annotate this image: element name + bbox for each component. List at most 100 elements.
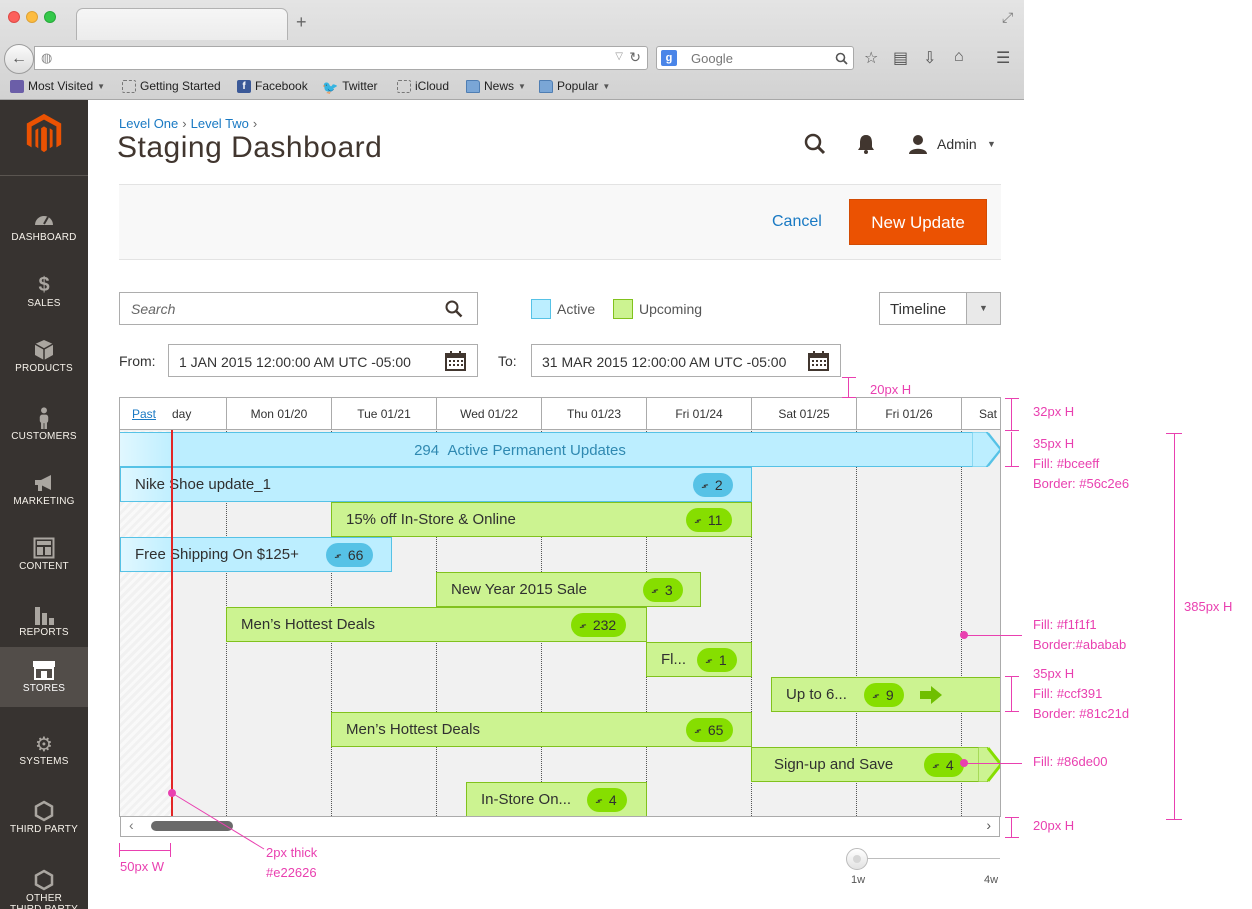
- search-input[interactable]: Search: [119, 292, 478, 325]
- past-link[interactable]: Past: [132, 407, 156, 421]
- bookmark-most-visited[interactable]: Most Visited ▼: [10, 79, 105, 93]
- bookmarks-bar: Most Visited ▼ Getting Started f Facebook …: [0, 76, 1024, 98]
- sidebar-item-marketing[interactable]: MARKETING: [0, 460, 88, 526]
- calendar-icon[interactable]: [445, 351, 466, 371]
- sidebar-item-sales[interactable]: $ SALES: [0, 262, 88, 328]
- new-update-button[interactable]: New Update: [849, 199, 987, 245]
- arrow-right-icon[interactable]: [920, 686, 942, 704]
- sidebar-item-other-third-party[interactable]: OTHER THIRD PARTY: [0, 857, 88, 909]
- minimize-window-button[interactable]: [26, 11, 38, 23]
- chevron-left-icon[interactable]: ‹: [129, 817, 134, 833]
- browser-search-icon[interactable]: [835, 52, 848, 65]
- bookmark-label: Most Visited: [28, 79, 94, 93]
- bookmark-label: iCloud: [415, 79, 450, 93]
- download-icon[interactable]: ⇩: [923, 48, 936, 68]
- bookmark-label: Twitter: [342, 79, 378, 93]
- bookmark-folder-popular[interactable]: Popular ▼: [539, 79, 610, 93]
- hexagon-icon: [34, 869, 54, 891]
- bell-icon[interactable]: [857, 134, 875, 154]
- search-icon[interactable]: [804, 133, 826, 155]
- update-bar[interactable]: New Year 2015 Sale ⌁ 3: [436, 572, 701, 607]
- update-bar[interactable]: Fl... ⌁ 1: [646, 642, 752, 677]
- zoom-window-button[interactable]: [44, 11, 56, 23]
- browser-search-field[interactable]: g Google: [656, 46, 854, 70]
- chevron-down-icon[interactable]: ▼: [987, 139, 996, 149]
- chevron-down-icon: ▼: [518, 81, 526, 91]
- annotation-guide: [1005, 711, 1019, 712]
- sidebar-item-customers[interactable]: CUSTOMERS: [0, 395, 88, 461]
- update-count: 4: [945, 757, 954, 773]
- bookmark-label: Facebook: [255, 79, 308, 93]
- update-bar[interactable]: Men’s Hottest Deals ⌁ 232: [226, 607, 647, 642]
- cancel-button[interactable]: Cancel: [772, 213, 822, 231]
- close-window-button[interactable]: [8, 11, 20, 23]
- update-count-badge[interactable]: ⌁ 9: [864, 683, 904, 707]
- update-bar[interactable]: Nike Shoe update_1 ⌁ 2: [120, 467, 752, 502]
- sidebar-item-products[interactable]: PRODUCTS: [0, 327, 88, 393]
- twitter-icon: 🐦: [322, 79, 339, 95]
- update-bar[interactable]: Men’s Hottest Deals ⌁ 65: [331, 712, 752, 747]
- reload-icon[interactable]: ↻: [629, 49, 641, 66]
- home-icon[interactable]: ⌂: [954, 48, 964, 66]
- update-bar[interactable]: Free Shipping On $125+ ⌁ 66: [120, 537, 392, 572]
- breadcrumb-level-two[interactable]: Level Two: [191, 116, 249, 131]
- star-icon[interactable]: ☆: [864, 48, 878, 68]
- search-icon[interactable]: [445, 300, 463, 318]
- sidebar-item-third-party[interactable]: THIRD PARTY: [0, 788, 88, 854]
- paperclip-icon: ⌁: [696, 477, 713, 494]
- update-count-badge[interactable]: ⌁ 66: [326, 543, 374, 567]
- sidebar-item-dashboard[interactable]: DASHBOARD: [0, 196, 88, 262]
- sidebar-item-label: OTHER THIRD PARTY: [10, 893, 78, 909]
- update-count-badge[interactable]: ⌁ 11: [686, 508, 733, 532]
- user-icon[interactable]: [908, 134, 928, 154]
- breadcrumb-level-one[interactable]: Level One: [119, 116, 178, 131]
- view-mode-select[interactable]: Timeline ▼: [879, 292, 1001, 325]
- update-count-badge[interactable]: ⌁ 65: [686, 718, 734, 742]
- update-count-badge[interactable]: ⌁ 232: [571, 613, 627, 637]
- bookmark-getting-started[interactable]: Getting Started: [122, 79, 221, 93]
- browser-tab[interactable]: [76, 8, 288, 40]
- magento-logo-icon[interactable]: [24, 112, 64, 154]
- sidebar-item-label: CONTENT: [19, 561, 69, 572]
- zoom-slider-track[interactable]: [858, 858, 1000, 859]
- sidebar-item-content[interactable]: CONTENT: [0, 525, 88, 591]
- zoom-slider-handle[interactable]: [846, 848, 868, 870]
- sidebar-item-stores[interactable]: STORES: [0, 647, 88, 707]
- fullscreen-icon[interactable]: ⤢: [1002, 9, 1013, 26]
- url-dropdown-icon[interactable]: ▽: [615, 51, 623, 62]
- update-count-badge[interactable]: ⌁ 4: [924, 753, 964, 777]
- calendar-icon[interactable]: [808, 351, 829, 371]
- permanent-updates-bar[interactable]: 294 Active Permanent Updates: [120, 432, 988, 467]
- page-icon: [397, 79, 411, 93]
- update-bar[interactable]: In-Store On... ⌁ 4: [466, 782, 647, 816]
- menu-icon[interactable]: ☰: [996, 48, 1010, 68]
- update-bar[interactable]: 15% off In-Store & Online ⌁ 11: [331, 502, 752, 537]
- update-count-badge[interactable]: ⌁ 2: [693, 473, 733, 497]
- update-count-badge[interactable]: ⌁ 1: [697, 648, 737, 672]
- reading-list-icon[interactable]: ▤: [893, 48, 908, 68]
- update-bar[interactable]: Up to 6... ⌁ 9: [771, 677, 1000, 712]
- bookmark-facebook[interactable]: f Facebook: [237, 79, 308, 93]
- bookmark-folder-news[interactable]: News ▼: [466, 79, 526, 93]
- annotation-guide: [842, 377, 856, 378]
- from-date-field[interactable]: 1 JAN 2015 12:00:00 AM UTC -05:00: [168, 344, 478, 377]
- paperclip-icon: ⌁: [329, 547, 346, 564]
- new-tab-button[interactable]: +: [296, 12, 307, 33]
- update-name: In-Store On...: [481, 791, 572, 808]
- update-count-badge[interactable]: ⌁ 4: [587, 788, 627, 812]
- chevron-right-icon[interactable]: ›: [986, 817, 991, 833]
- sidebar-item-systems[interactable]: ⚙ SYSTEMS: [0, 720, 88, 786]
- url-bar[interactable]: ◍ ▽ ↻: [34, 46, 648, 70]
- back-button[interactable]: ←: [4, 44, 34, 74]
- annotation-guide: [1011, 398, 1012, 430]
- update-count-badge[interactable]: ⌁ 3: [643, 578, 683, 602]
- annotation-guide: [1005, 837, 1019, 838]
- to-date-field[interactable]: 31 MAR 2015 12:00:00 AM UTC -05:00: [531, 344, 841, 377]
- admin-user-menu[interactable]: Admin: [937, 136, 977, 152]
- sidebar-item-label: DASHBOARD: [11, 232, 77, 243]
- logo-area[interactable]: [0, 100, 88, 176]
- bookmark-twitter[interactable]: 🐦 Twitter: [322, 79, 378, 95]
- chevron-down-icon[interactable]: ▼: [966, 293, 1000, 324]
- bookmark-icloud[interactable]: iCloud: [397, 79, 449, 93]
- update-bar[interactable]: Sign-up and Save ⌁ 4: [751, 747, 987, 782]
